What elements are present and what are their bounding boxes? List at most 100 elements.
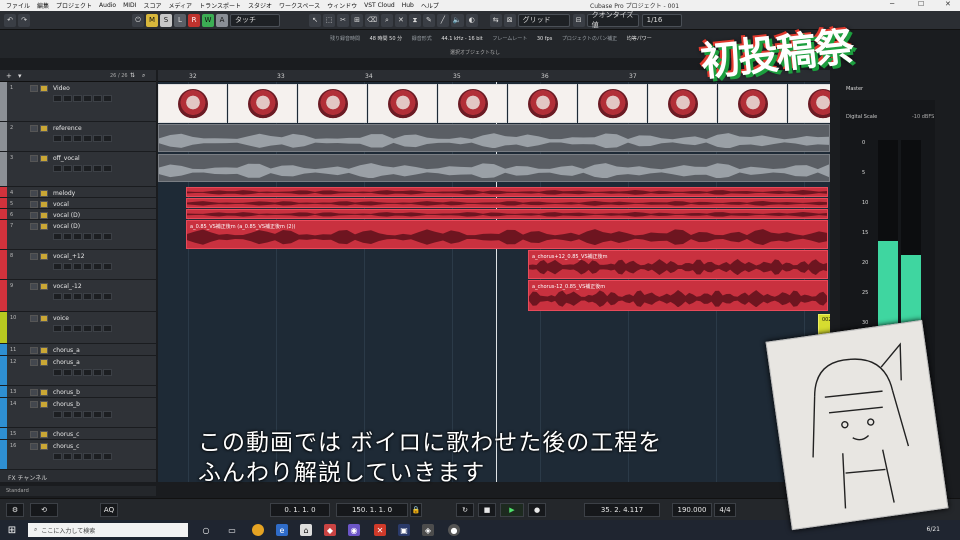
track-name[interactable]: reference [53, 125, 82, 132]
snap-toggle-icon[interactable]: ⊠ [503, 13, 516, 27]
write-button[interactable] [83, 293, 92, 300]
freeze-button[interactable] [103, 369, 112, 376]
monitor-button[interactable] [63, 233, 72, 240]
record-enable-button[interactable] [53, 411, 62, 418]
menu-item[interactable]: 編集 [37, 1, 49, 10]
track-name[interactable]: voice [53, 315, 69, 322]
utility-icon[interactable]: ◈ [422, 524, 434, 536]
color-tool-icon[interactable]: ◐ [465, 13, 478, 27]
video-thumbnail[interactable] [438, 84, 507, 123]
cubase-icon[interactable]: ✕ [374, 524, 386, 536]
track-name[interactable]: chorus_b [53, 401, 80, 408]
mute-button[interactable] [30, 212, 38, 219]
vocal-d-clip[interactable] [186, 209, 828, 219]
edit-button[interactable] [93, 293, 102, 300]
right-locator[interactable]: 150. 1. 1. 0 [336, 503, 408, 517]
lock-icon[interactable]: 🔒 [410, 503, 422, 517]
record-enable-button[interactable] [53, 95, 62, 102]
freeze-button[interactable] [103, 263, 112, 270]
melody-clip[interactable] [186, 187, 828, 197]
write-button[interactable] [83, 369, 92, 376]
play-icon[interactable]: ▶ [500, 503, 524, 517]
menu-item[interactable]: スコア [143, 1, 161, 10]
visibility-preset[interactable]: Standard [0, 486, 156, 496]
monitor-button[interactable] [63, 135, 72, 142]
task-view-icon[interactable]: ○ [200, 524, 212, 536]
track-row[interactable]: 16 chorus_c [0, 440, 156, 470]
reference-clip[interactable] [158, 124, 830, 152]
edit-button[interactable] [93, 95, 102, 102]
chrome-icon[interactable] [252, 524, 264, 536]
video-thumbnail[interactable] [718, 84, 787, 123]
video-thumbnail[interactable] [788, 84, 830, 123]
read-button[interactable] [73, 411, 82, 418]
solo-button[interactable] [40, 283, 48, 290]
track-row[interactable]: 13 chorus_b [0, 386, 156, 398]
record-enable-button[interactable] [53, 369, 62, 376]
split-tool-icon[interactable]: ✂ [337, 13, 349, 27]
menu-item[interactable]: プロジェクト [56, 1, 92, 10]
track-name[interactable]: Video [53, 85, 70, 92]
video-thumbnail[interactable] [228, 84, 297, 123]
record-enable-button[interactable] [53, 135, 62, 142]
read-button[interactable] [73, 453, 82, 460]
read-automation-button[interactable]: R [188, 13, 200, 27]
frame-rate-value[interactable]: 30 fps [537, 36, 553, 42]
edit-button[interactable] [93, 369, 102, 376]
track-row[interactable]: 6 vocal (D) [0, 209, 156, 220]
track-row[interactable]: 5 vocal [0, 198, 156, 209]
solo-button[interactable] [40, 359, 48, 366]
track-name[interactable]: chorus_c [53, 431, 79, 438]
solo-button[interactable] [40, 431, 48, 438]
solo-button[interactable] [40, 223, 48, 230]
menu-item[interactable]: Audio [99, 2, 116, 9]
read-button[interactable] [73, 325, 82, 332]
vocal-minus12-clip[interactable]: a_chorus-12_0.85_VS補正後m [528, 280, 828, 311]
solo-button[interactable] [40, 401, 48, 408]
mute-button[interactable] [30, 389, 38, 396]
track-row[interactable]: 10 voice [0, 312, 156, 344]
play-tool-icon[interactable]: 🔈 [450, 13, 464, 27]
mute-button[interactable] [30, 359, 38, 366]
track-row[interactable]: 2 reference [0, 122, 156, 152]
range-tool-icon[interactable]: ⬚ [323, 13, 335, 27]
solo-button[interactable] [40, 389, 48, 396]
store-icon[interactable]: ⌂ [300, 524, 312, 536]
track-row[interactable]: 9 vocal_-12 [0, 280, 156, 312]
settings-icon[interactable]: ⚙ [6, 503, 24, 517]
write-button[interactable] [83, 135, 92, 142]
record-icon[interactable]: ● [528, 503, 546, 517]
monitor-button[interactable] [63, 325, 72, 332]
track-options-icon[interactable]: ▾ [18, 72, 22, 80]
record-enable-button[interactable] [53, 453, 62, 460]
automation-panel-button[interactable]: A [216, 13, 228, 27]
solo-button[interactable] [40, 155, 48, 162]
menu-item[interactable]: トランスポート [199, 1, 241, 10]
folder-icon[interactable]: ▭ [226, 524, 238, 536]
track-row[interactable]: 11 chorus_a [0, 344, 156, 356]
solo-button[interactable] [40, 201, 48, 208]
solo-button[interactable] [40, 347, 48, 354]
edit-button[interactable] [93, 411, 102, 418]
read-button[interactable] [73, 233, 82, 240]
edit-button[interactable] [93, 263, 102, 270]
track-row[interactable]: 7 vocal (D) [0, 220, 156, 250]
mute-button[interactable] [30, 315, 38, 322]
taskbar-search-input[interactable]: ⌕ ここに入力して検索 [28, 523, 188, 537]
video-thumbnail[interactable] [368, 84, 437, 123]
freeze-button[interactable] [103, 233, 112, 240]
menu-item[interactable]: MIDI [123, 2, 136, 9]
freeze-button[interactable] [103, 293, 112, 300]
track-name[interactable]: vocal (D) [53, 212, 80, 219]
read-button[interactable] [73, 293, 82, 300]
read-button[interactable] [73, 369, 82, 376]
track-name[interactable]: vocal [53, 201, 69, 208]
solo-button[interactable] [40, 212, 48, 219]
monitor-button[interactable] [63, 369, 72, 376]
track-row[interactable]: 8 vocal_+12 [0, 250, 156, 280]
edit-button[interactable] [93, 233, 102, 240]
edge-icon[interactable]: e [276, 524, 288, 536]
listen-mode-button[interactable]: L [174, 13, 186, 27]
windows-start-icon[interactable]: ⊞ [6, 524, 18, 536]
record-enable-button[interactable] [53, 293, 62, 300]
